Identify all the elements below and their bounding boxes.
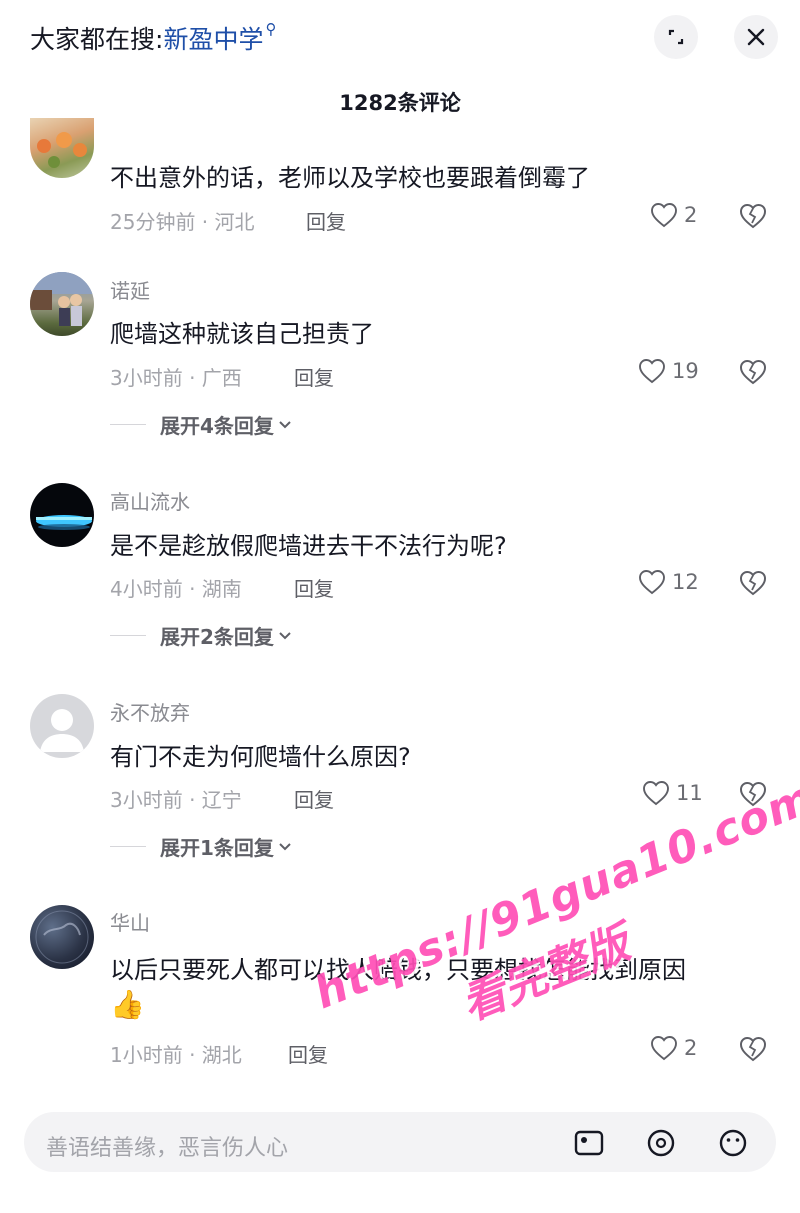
mention-icon[interactable]	[644, 1126, 678, 1160]
comment-text: 有门不走为何爬墙什么原因?	[110, 743, 411, 771]
broken-heart-icon	[739, 1036, 767, 1062]
reply-button[interactable]: 回复	[294, 784, 334, 813]
username[interactable]: 华山	[110, 907, 150, 936]
close-icon	[747, 28, 765, 46]
comment-count-title: 1282条评论	[339, 91, 461, 115]
comment-text: 不出意外的话，老师以及学校也要跟着倒霉了	[110, 164, 590, 192]
like-count: 12	[672, 570, 699, 594]
reply-button[interactable]: 回复	[294, 362, 334, 391]
avatar[interactable]	[30, 483, 94, 547]
like-count: 19	[672, 359, 699, 383]
comment-time-region: 1小时前 · 湖北	[110, 1043, 242, 1067]
comment-input-bar[interactable]: 善语结善缘，恶言伤人心	[24, 1112, 776, 1172]
avatar[interactable]	[30, 118, 94, 178]
watermark-url: https://91gua10.com	[307, 771, 800, 1020]
divider-line	[110, 635, 146, 636]
like-button[interactable]: 2	[650, 202, 697, 228]
reply-button[interactable]: 回复	[306, 206, 346, 235]
expand-replies-label: 展开1条回复	[160, 836, 274, 860]
avatar[interactable]	[30, 694, 94, 758]
avatar-image	[30, 272, 94, 326]
chevron-down-icon	[279, 631, 291, 639]
comment-text: 以后只要死人都可以找人赔钱，只要想找怎能找到原因	[110, 956, 686, 984]
heart-icon	[639, 570, 665, 595]
heart-icon	[651, 1036, 677, 1061]
broken-heart-icon	[739, 781, 767, 807]
like-button[interactable]: 11	[642, 780, 703, 806]
avatar[interactable]	[30, 272, 94, 336]
chevron-down-icon	[279, 420, 291, 428]
comment-time-region: 3小时前 · 广西	[110, 366, 242, 390]
expand-replies-button[interactable]: 展开1条回复	[110, 832, 292, 861]
like-button[interactable]: 12	[638, 569, 699, 595]
username[interactable]: 永不放弃	[110, 697, 190, 726]
avatar-image	[37, 132, 87, 168]
heart-icon	[639, 359, 665, 384]
divider-line	[110, 846, 146, 847]
divider-line	[110, 424, 146, 425]
top-bar: 大家都在搜:新盈中学 ⚲	[0, 0, 800, 78]
default-avatar-icon	[40, 709, 84, 752]
comment-time-region: 25分钟前 · 河北	[110, 210, 255, 234]
like-count: 2	[684, 203, 698, 227]
comment-time-region: 3小时前 · 辽宁	[110, 788, 242, 812]
expand-replies-label: 展开2条回复	[160, 625, 274, 649]
dislike-button[interactable]	[738, 1035, 768, 1067]
broken-heart-icon	[739, 203, 767, 229]
search-icon: ⚲	[265, 20, 277, 38]
expand-replies-button[interactable]: 展开2条回复	[110, 621, 292, 650]
reply-button[interactable]: 回复	[288, 1039, 328, 1068]
emoji-icon[interactable]	[716, 1126, 750, 1160]
username[interactable]: 高山流水	[110, 486, 190, 515]
comment-input-placeholder[interactable]: 善语结善缘，恶言伤人心	[46, 1130, 288, 1162]
dislike-button[interactable]	[738, 780, 768, 812]
close-button[interactable]	[734, 15, 778, 59]
avatar[interactable]	[30, 905, 94, 969]
comment-text: 是不是趁放假爬墙进去干不法行为呢?	[110, 532, 507, 560]
like-button[interactable]: 2	[650, 1035, 697, 1061]
dislike-button[interactable]	[738, 358, 768, 390]
like-count: 2	[684, 1036, 698, 1060]
dislike-button[interactable]	[738, 202, 768, 234]
collapse-button[interactable]	[654, 15, 698, 59]
comment-time-region: 4小时前 · 湖南	[110, 577, 242, 601]
expand-replies-button[interactable]: 展开4条回复	[110, 410, 292, 439]
thumbs-up-emoji: 👍	[110, 988, 145, 1021]
image-icon[interactable]	[572, 1126, 606, 1160]
dislike-button[interactable]	[738, 569, 768, 601]
collapse-icon	[668, 29, 684, 45]
comment-text: 爬墙这种就该自己担责了	[110, 320, 374, 348]
heart-icon	[643, 781, 669, 806]
avatar-image	[35, 910, 89, 964]
search-suggestion-keyword[interactable]: 新盈中学	[163, 25, 263, 54]
broken-heart-icon	[739, 359, 767, 385]
like-count: 11	[676, 781, 703, 805]
broken-heart-icon	[739, 570, 767, 596]
expand-replies-label: 展开4条回复	[160, 414, 274, 438]
username[interactable]: 诺延	[110, 275, 150, 304]
reply-button[interactable]: 回复	[294, 573, 334, 602]
avatar-image	[36, 515, 92, 530]
search-suggestion-prefix: 大家都在搜:	[30, 25, 164, 54]
chevron-down-icon	[279, 842, 291, 850]
like-button[interactable]: 19	[638, 358, 699, 384]
search-suggestion[interactable]: 大家都在搜:新盈中学 ⚲	[30, 20, 276, 56]
heart-icon	[651, 203, 677, 228]
